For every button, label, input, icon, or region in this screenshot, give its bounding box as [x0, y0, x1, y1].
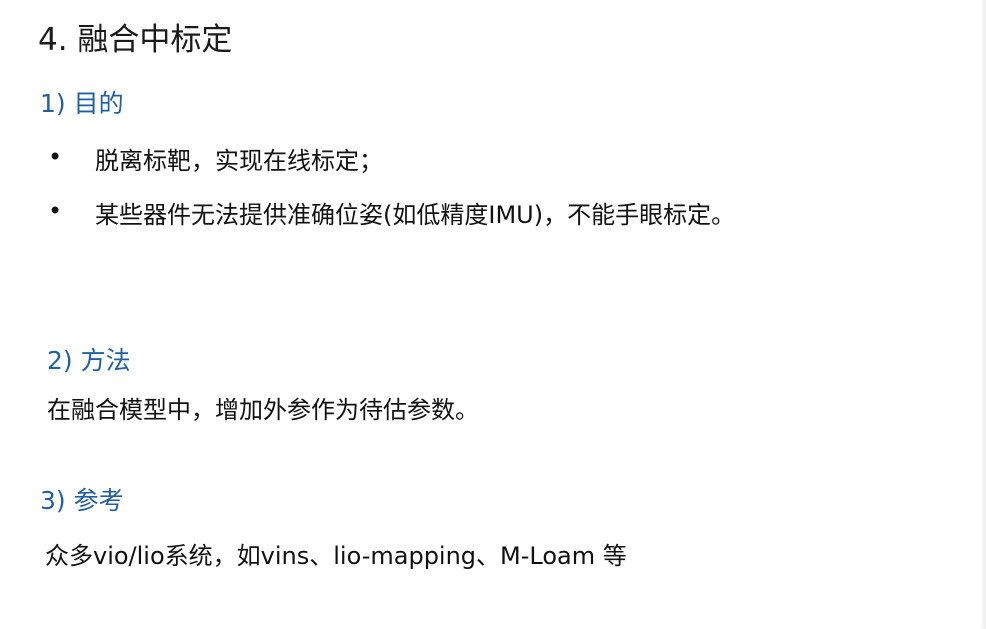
section-body-method: 在融合模型中，增加外参作为待估参数。 [47, 396, 479, 424]
section-heading-reference: 3) 参考 [40, 486, 124, 515]
bullet-marker: • [48, 143, 63, 171]
section-body-reference: 众多vio/lio系统，如vins、lio-mapping、M-Loam 等 [45, 542, 627, 570]
slide-edge-shadow [980, 0, 986, 629]
bullet-marker: • [48, 197, 63, 225]
slide: 4. 融合中标定 1) 目的 • 脱离标靶，实现在线标定； • 某些器件无法提供… [0, 0, 986, 629]
slide-title: 4. 融合中标定 [38, 22, 233, 58]
bullet-item: 脱离标靶，实现在线标定； [95, 147, 383, 175]
section-heading-method: 2) 方法 [47, 346, 131, 375]
section-heading-purpose: 1) 目的 [40, 89, 124, 118]
bullet-item: 某些器件无法提供准确位姿(如低精度IMU)，不能手眼标定。 [95, 201, 736, 229]
